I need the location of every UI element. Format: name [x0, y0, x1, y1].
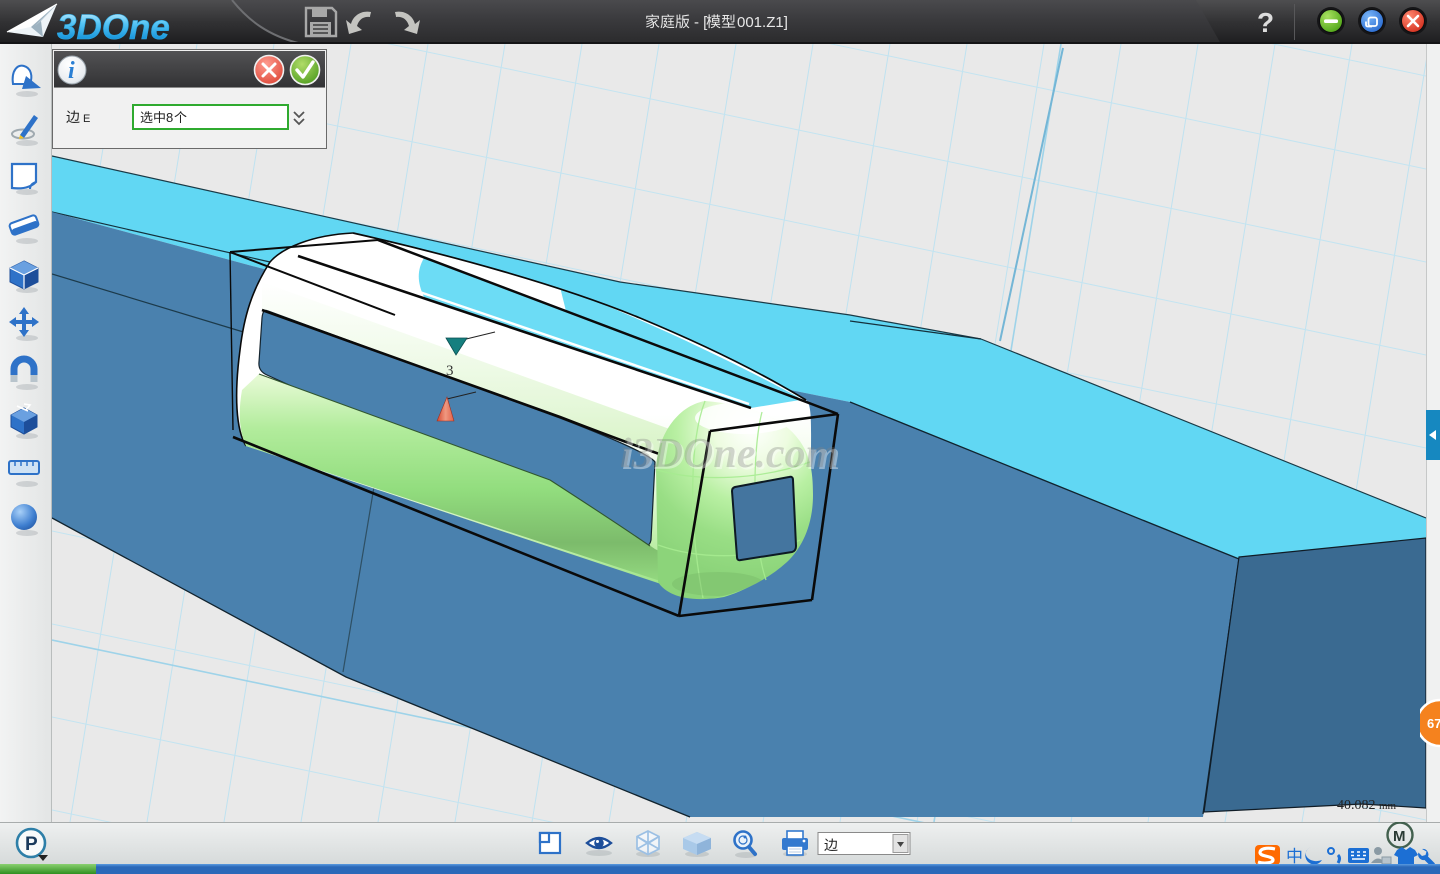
svg-text:- [: - [ — [694, 14, 708, 31]
svg-text:?: ? — [1257, 7, 1274, 38]
svg-text:i: i — [68, 58, 75, 84]
svg-text:67: 67 — [1427, 716, 1440, 731]
svg-text:3: 3 — [446, 363, 454, 379]
svg-text:i3DOne.com: i3DOne.com — [620, 431, 838, 477]
svg-text:40.082 mm: 40.082 mm — [1337, 798, 1397, 813]
svg-text:E: E — [83, 113, 90, 125]
svg-text:3DOne: 3DOne — [57, 8, 170, 44]
svg-text:P: P — [25, 834, 38, 855]
svg-text:M: M — [1393, 828, 1406, 845]
svg-text:8: 8 — [166, 110, 173, 125]
svg-text:001.Z1]: 001.Z1] — [737, 14, 788, 31]
